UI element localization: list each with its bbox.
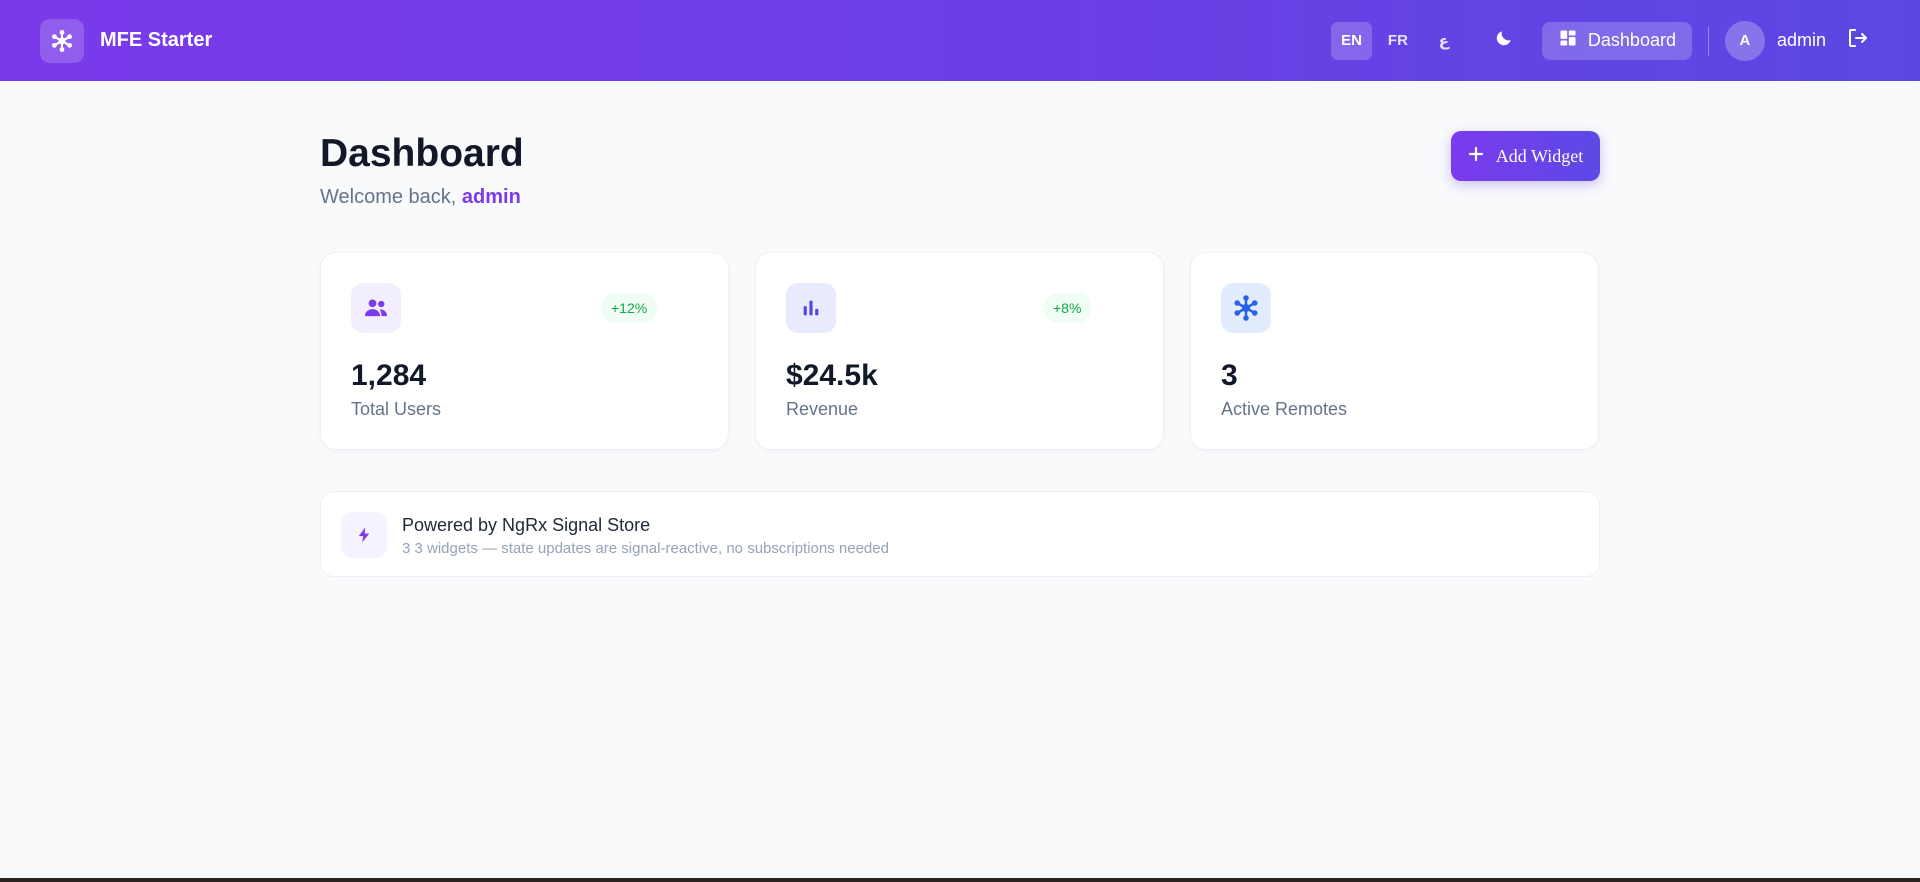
lang-fr-button[interactable]: FR [1378,22,1418,60]
page-title: Dashboard [320,132,524,175]
stat-label: Revenue [786,399,859,419]
stat-card-remotes: 3 Active Remotes [1190,252,1599,450]
stat-label: Active Remotes [1221,399,1348,419]
info-title: Powered by NgRx Signal Store [402,515,651,535]
trend-badge: +8% [1043,293,1092,323]
lang-en-button[interactable]: EN [1331,21,1372,60]
bar-chart-icon [786,283,836,333]
logout-icon [1846,26,1870,55]
bolt-icon [341,512,387,558]
nav-dashboard-label: Dashboard [1587,30,1676,50]
add-widget-label: Add Widget [1495,145,1584,166]
nav-dashboard-button[interactable]: Dashboard [1541,21,1692,60]
moon-icon [1494,28,1514,53]
taskbar-strip [0,878,1920,882]
stat-label: Total Users [351,399,442,419]
info-banner: Powered by NgRx Signal Store 3 3 widgets… [320,491,1600,577]
stat-value: $24.5k [786,359,878,392]
top-header: MFE Starter EN FR ع Dashboard A admin [0,0,1920,81]
info-subtitle: 3 3 widgets — state updates are signal-r… [402,540,889,557]
dashboard-icon [1558,28,1578,53]
header-divider [1707,25,1709,56]
network-icon [40,18,84,63]
welcome-text: Welcome back, admin [320,186,521,209]
network-icon [1221,283,1271,333]
lang-ar-button[interactable]: ع [1424,22,1464,60]
brand-name: MFE Starter [100,29,213,51]
username: admin [1776,30,1826,50]
stat-value: 3 [1221,359,1238,392]
trend-badge: +12% [601,293,658,323]
add-widget-button[interactable]: Add Widget [1451,131,1600,181]
welcome-username: admin [461,186,521,208]
welcome-prefix: Welcome back, [320,186,462,208]
theme-toggle-button[interactable] [1482,22,1526,60]
stat-card-users: +12% 1,284 Total Users [320,252,729,450]
stat-card-revenue: +8% $24.5k Revenue [755,252,1164,450]
plus-icon [1468,146,1484,167]
avatar[interactable]: A [1724,20,1765,61]
users-icon [351,283,401,333]
brand[interactable]: MFE Starter [40,18,213,63]
stat-value: 1,284 [351,359,427,392]
logout-button[interactable] [1846,26,1870,55]
